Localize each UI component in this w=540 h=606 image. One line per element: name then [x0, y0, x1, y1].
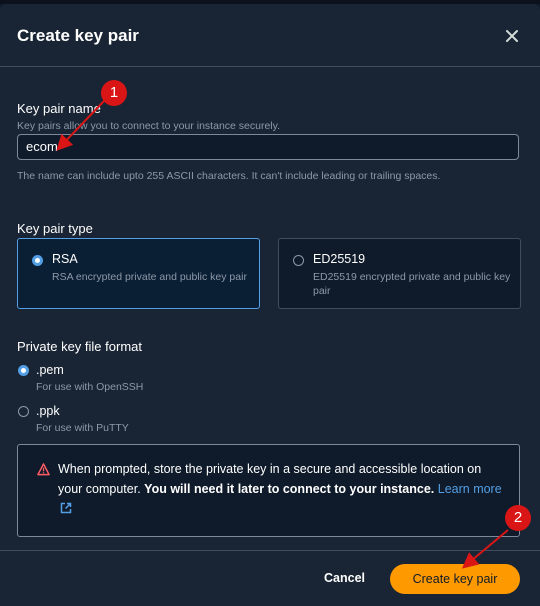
key-pair-type-label: Key pair type — [17, 221, 93, 236]
key-pair-name-description: Key pairs allow you to connect to your i… — [17, 120, 281, 132]
close-icon[interactable] — [502, 26, 522, 46]
alert-text: When prompted, store the private key in … — [58, 459, 508, 519]
ppk-description: For use with PuTTY — [36, 422, 129, 434]
ed25519-radio[interactable] — [293, 255, 304, 266]
key-pair-name-label: Key pair name — [17, 101, 101, 116]
ppk-title[interactable]: .ppk — [36, 404, 60, 418]
key-type-tile-ed25519[interactable]: ED25519 ED25519 encrypted private and pu… — [278, 238, 521, 309]
file-format-label: Private key file format — [17, 339, 142, 354]
key-pair-name-constraint: The name can include upto 255 ASCII char… — [17, 170, 441, 182]
ed25519-title: ED25519 — [313, 252, 366, 266]
ppk-radio[interactable] — [18, 406, 29, 417]
rsa-description: RSA encrypted private and public key pai… — [52, 271, 247, 283]
pem-radio[interactable] — [18, 365, 29, 376]
key-type-tile-rsa[interactable]: RSA RSA encrypted private and public key… — [17, 238, 260, 309]
cancel-button[interactable]: Cancel — [324, 571, 365, 585]
warning-alert: When prompted, store the private key in … — [17, 444, 520, 537]
key-pair-name-input[interactable]: ecom — [17, 134, 519, 160]
rsa-radio[interactable] — [32, 255, 43, 266]
learn-more-label[interactable]: Learn more — [438, 482, 502, 496]
rsa-title: RSA — [52, 252, 78, 266]
annotation-badge-1: 1 — [101, 80, 127, 106]
alert-bold-message: You will need it later to connect to you… — [144, 482, 435, 496]
modal-footer — [0, 550, 540, 551]
create-key-pair-button[interactable]: Create key pair — [390, 564, 520, 594]
pem-description: For use with OpenSSH — [36, 381, 144, 393]
modal-title: Create key pair — [17, 26, 139, 45]
warning-icon — [37, 463, 50, 476]
external-link-icon[interactable] — [60, 500, 72, 514]
ed25519-description: ED25519 encrypted private and public key… — [313, 271, 511, 297]
annotation-badge-2: 2 — [505, 505, 531, 531]
modal-header: Create key pair — [0, 4, 540, 67]
pem-title[interactable]: .pem — [36, 363, 64, 377]
